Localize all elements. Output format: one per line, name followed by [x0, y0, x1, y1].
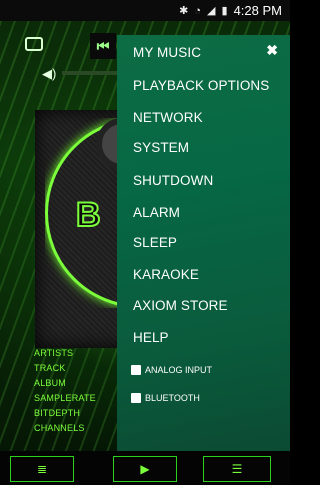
skip-previous-icon[interactable]: ⏮: [90, 33, 116, 59]
bluetooth-label: BLUETOOTH: [145, 393, 200, 403]
volume-icon: ◀): [42, 66, 57, 81]
battery-icon: ▮: [221, 5, 228, 17]
analog-input-checkbox[interactable]: ANALOG INPUT: [131, 365, 212, 375]
list-icon[interactable]: ☰: [203, 456, 271, 482]
status-bar: ✱ ◔ ◢ ▮ 4:28 PM: [0, 0, 290, 21]
menu-item-my-music[interactable]: MY MUSIC: [133, 45, 201, 60]
checkbox-box[interactable]: [131, 393, 141, 403]
menu-item-network[interactable]: NETWORK: [133, 110, 203, 125]
wifi-icon: ◔: [194, 4, 202, 17]
menu-item-karaoke[interactable]: KARAOKE: [133, 267, 199, 282]
analog-input-label: ANALOG INPUT: [145, 365, 213, 375]
menu-item-alarm[interactable]: ALARM: [133, 205, 180, 220]
side-menu: ✖ MY MUSIC PLAYBACK OPTIONS NETWORK SYST…: [117, 35, 290, 451]
bluetooth-icon: ✱: [179, 5, 189, 17]
meta-bitdepth: BITDEPTH: [34, 408, 81, 418]
status-time: 4:28 PM: [233, 3, 282, 18]
menu-item-sleep[interactable]: SLEEP: [133, 235, 177, 250]
menu-item-axiom-store[interactable]: AXIOM STORE: [133, 298, 228, 313]
checkbox-box[interactable]: [131, 365, 141, 375]
meta-album: ALBUM: [34, 378, 67, 388]
brand-glyph: B: [75, 195, 102, 235]
track-meta-list: ARTISTS TRACK ALBUM SAMPLERATE BITDEPTH …: [34, 346, 96, 436]
close-icon[interactable]: ✖: [266, 42, 278, 59]
signal-icon: ◢: [207, 5, 216, 17]
volume-slider[interactable]: [62, 71, 122, 75]
meta-channels: CHANNELS: [34, 423, 85, 433]
app-logo-icon[interactable]: [25, 37, 43, 51]
menu-item-help[interactable]: HELP: [133, 330, 169, 345]
menu-item-system[interactable]: SYSTEM: [133, 140, 189, 155]
queue-icon[interactable]: ≣: [10, 456, 74, 482]
bluetooth-checkbox[interactable]: BLUETOOTH: [131, 393, 200, 403]
menu-item-playback-options[interactable]: PLAYBACK OPTIONS: [133, 78, 269, 93]
menu-item-shutdown[interactable]: SHUTDOWN: [133, 173, 213, 188]
play-icon[interactable]: ▶: [113, 456, 177, 482]
meta-track: TRACK: [34, 363, 66, 373]
meta-samplerate: SAMPLERATE: [34, 393, 96, 403]
meta-artists: ARTISTS: [34, 348, 74, 358]
